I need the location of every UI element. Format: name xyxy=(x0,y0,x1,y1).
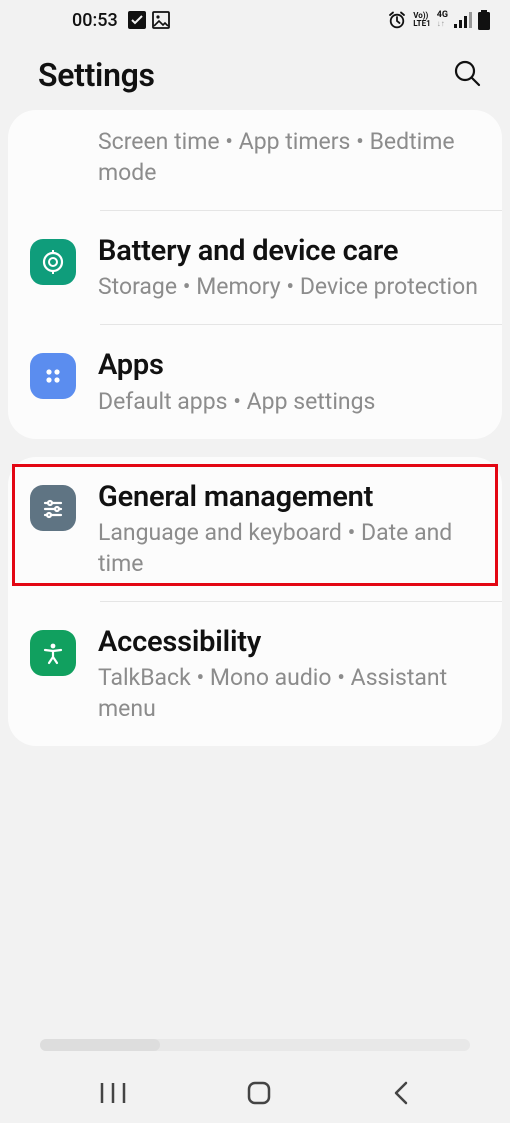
item-sub: Storage • Memory • Device protection xyxy=(98,271,480,302)
status-bar: 00:53 Vo))LTE1 4G↓↑ xyxy=(0,0,510,40)
settings-item-battery[interactable]: Battery and device care Storage • Memory… xyxy=(8,211,502,324)
settings-header: Settings xyxy=(0,40,510,110)
item-title: General management xyxy=(98,479,480,515)
recents-icon xyxy=(100,1081,126,1105)
search-icon xyxy=(452,58,482,88)
home-icon xyxy=(246,1080,272,1106)
nav-home[interactable] xyxy=(246,1080,272,1106)
accessibility-icon xyxy=(30,630,76,676)
back-icon xyxy=(392,1080,410,1106)
item-title: Battery and device care xyxy=(98,233,480,269)
volte-icon: Vo))LTE1 xyxy=(413,12,431,28)
status-time: 00:53 xyxy=(72,10,118,31)
settings-item-accessibility[interactable]: Accessibility TalkBack • Mono audio • As… xyxy=(8,602,502,746)
battery-icon xyxy=(478,10,490,30)
network-4g-icon: 4G↓↑ xyxy=(437,11,448,29)
nav-back[interactable] xyxy=(392,1080,410,1106)
scrollbar[interactable] xyxy=(40,1039,470,1051)
alarm-icon xyxy=(387,10,407,30)
navigation-bar xyxy=(0,1063,510,1123)
picture-icon xyxy=(152,11,170,29)
settings-item-digital-wellbeing-partial[interactable]: Screen time • App timers • Bedtime mode xyxy=(8,110,502,210)
settings-item-general-management[interactable]: General management Language and keyboard… xyxy=(8,457,502,601)
settings-item-apps[interactable]: Apps Default apps • App settings xyxy=(8,325,502,438)
apps-icon xyxy=(30,353,76,399)
signal-icon xyxy=(454,12,472,28)
item-sub: TalkBack • Mono audio • Assistant menu xyxy=(98,662,480,724)
nav-recents[interactable] xyxy=(100,1081,126,1105)
item-title: Apps xyxy=(98,347,480,383)
item-sub: Screen time • App timers • Bedtime mode xyxy=(98,126,480,188)
item-title: Accessibility xyxy=(98,624,480,660)
battery-care-icon xyxy=(30,239,76,285)
page-title: Settings xyxy=(38,56,155,94)
general-management-icon xyxy=(30,485,76,531)
item-sub: Default apps • App settings xyxy=(98,386,480,417)
checkbox-icon xyxy=(128,11,146,29)
search-button[interactable] xyxy=(452,58,482,92)
item-sub: Language and keyboard • Date and time xyxy=(98,517,480,579)
settings-card-2: General management Language and keyboard… xyxy=(8,457,502,747)
settings-card-1: Screen time • App timers • Bedtime mode … xyxy=(8,110,502,439)
